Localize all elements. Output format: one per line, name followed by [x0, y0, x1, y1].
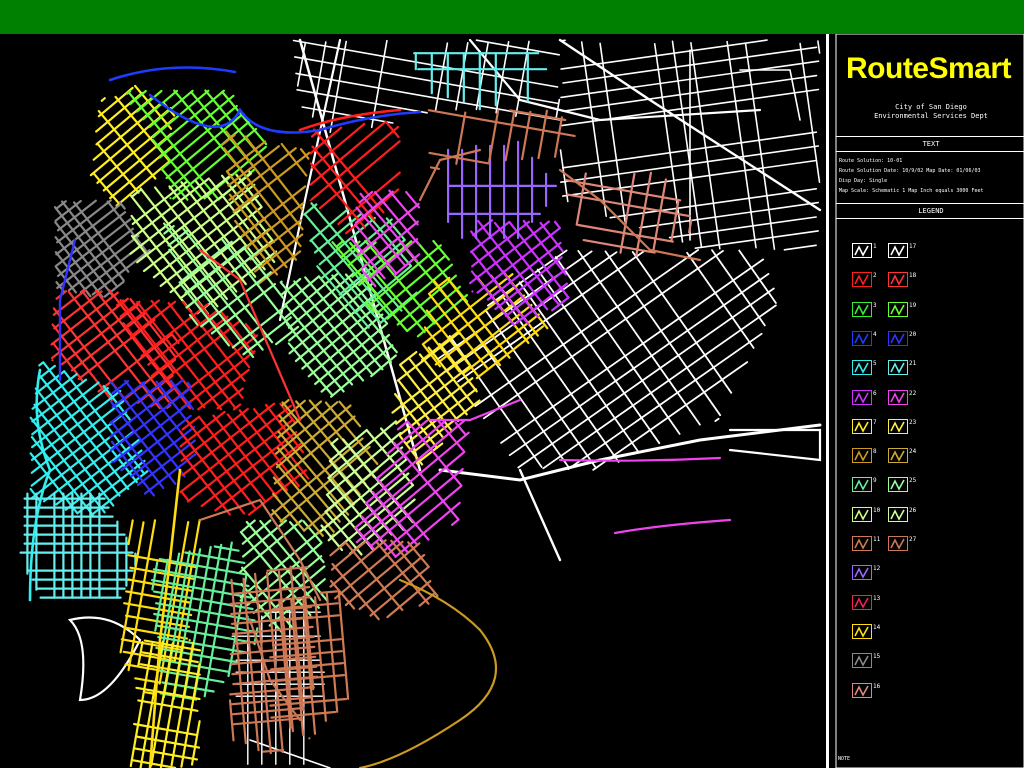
route-swatch-icon: [888, 448, 908, 464]
legend-item: 5: [852, 360, 877, 376]
legend-label: 4: [873, 330, 877, 338]
legend-label: 11: [873, 536, 881, 543]
route-swatch-icon: [888, 536, 908, 551]
legend-item: 26: [888, 506, 917, 522]
legend-label: 3: [873, 301, 877, 309]
divider: [836, 136, 1024, 137]
legend-label: 15: [873, 653, 881, 661]
legend-item: 1: [852, 243, 877, 258]
legend-item: 14: [852, 623, 881, 639]
route-swatch-icon: [852, 506, 872, 522]
route-swatch-icon: [888, 243, 908, 258]
divider: [836, 151, 1024, 152]
legend-item: 20: [888, 330, 917, 346]
legend-label: 27: [909, 536, 917, 543]
route-swatch-icon: [852, 477, 872, 493]
route-swatch-icon: [852, 389, 872, 405]
legend-label: 25: [909, 477, 917, 485]
legend-label: 2: [873, 272, 877, 280]
legend-label: 6: [873, 389, 877, 397]
legend-item: 18: [888, 272, 917, 288]
legend-label: 10: [873, 506, 881, 514]
legend-label: 18: [909, 272, 917, 280]
divider: [836, 203, 1024, 204]
route-swatch-icon: [888, 506, 908, 522]
legend-item: 16: [852, 682, 881, 698]
legend-item: 21: [888, 360, 917, 376]
legend-label: 12: [873, 565, 881, 573]
route-swatch-icon: [888, 301, 908, 317]
route-swatch-icon: [852, 360, 872, 376]
legend-header: LEGEND: [918, 207, 944, 215]
route-swatch-icon: [852, 623, 872, 639]
legend-item: 17: [888, 243, 916, 258]
legend-item: 9: [852, 477, 877, 493]
note-line: Route Solution Date: 10/9/02 Map Date: 0…: [839, 168, 981, 174]
legend-item: 12: [852, 565, 881, 581]
legend-item: 22: [888, 389, 917, 405]
route-swatch-icon: [852, 594, 872, 610]
legend-item: 3: [852, 301, 877, 317]
legend-item: 19: [888, 301, 917, 317]
legend-label: 13: [873, 594, 881, 602]
legend-label: 17: [909, 243, 917, 250]
route-swatch-icon: [852, 418, 872, 434]
legend-label: 24: [909, 448, 917, 456]
route-swatch-icon: [852, 330, 872, 346]
route-swatch-icon: [888, 477, 908, 493]
legend-item: 15: [852, 653, 881, 669]
legend-label: 19: [909, 301, 917, 309]
legend-item: 2: [852, 272, 877, 288]
legend-label: 9: [873, 477, 877, 485]
route-swatch-icon: [888, 330, 908, 346]
legend-item: 23: [888, 418, 917, 434]
legend-item: 6: [852, 389, 877, 405]
legend-label: 23: [909, 418, 917, 426]
legend-item: 13: [852, 594, 881, 610]
route-swatch-icon: [852, 682, 872, 698]
legend-label: 16: [873, 682, 881, 690]
note-line: Route Solution: 10-01: [839, 158, 903, 164]
route-swatch-icon: [852, 243, 872, 258]
legend-item: 8: [852, 448, 877, 464]
legend-label: 7: [873, 418, 877, 426]
legend-item: 7: [852, 418, 877, 434]
route-swatch-icon: [852, 448, 872, 464]
route-swatch-icon: [852, 536, 872, 551]
legend-label: 5: [873, 360, 877, 368]
route-swatch-icon: [852, 301, 872, 317]
legend-item: 24: [888, 448, 917, 464]
text-header: TEXT: [922, 140, 940, 148]
brand-logo: RouteSmart: [846, 52, 1012, 85]
legend-label: 1: [873, 243, 877, 250]
department-name: Environmental Services Dept: [874, 112, 988, 120]
panel-divider: [826, 34, 829, 768]
legend-item: 25: [888, 477, 917, 493]
route-swatch-icon: [888, 360, 908, 376]
route-network: [19, 52, 732, 768]
route-swatch-icon: [888, 418, 908, 434]
route-swatch-icon: [852, 653, 872, 669]
legend-item: 10: [852, 506, 881, 522]
footer-note: NOTE: [838, 756, 851, 762]
legend-label: 26: [909, 506, 917, 514]
legend-item: 4: [852, 330, 877, 346]
note-line: Disp Day: Single: [839, 178, 888, 184]
legend-label: 22: [909, 389, 917, 397]
divider: [836, 218, 1024, 219]
legend-item: 11: [852, 536, 880, 551]
legend-item: 27: [888, 536, 916, 551]
route-swatch-icon: [888, 389, 908, 405]
title-bar: [0, 0, 1024, 34]
route-swatch-icon: [852, 565, 872, 581]
legend-label: 20: [909, 330, 917, 338]
legend-label: 8: [873, 448, 877, 456]
route-swatch-icon: [852, 272, 872, 288]
note-line: Map Scale: Schematic 1 Map Inch equals 3…: [839, 188, 984, 194]
legend-label: 14: [873, 623, 881, 631]
route-swatch-icon: [888, 272, 908, 288]
map-window: RouteSmart City of San Diego Environment…: [0, 0, 1024, 768]
legend-label: 21: [909, 360, 917, 368]
city-name: City of San Diego: [895, 103, 967, 111]
